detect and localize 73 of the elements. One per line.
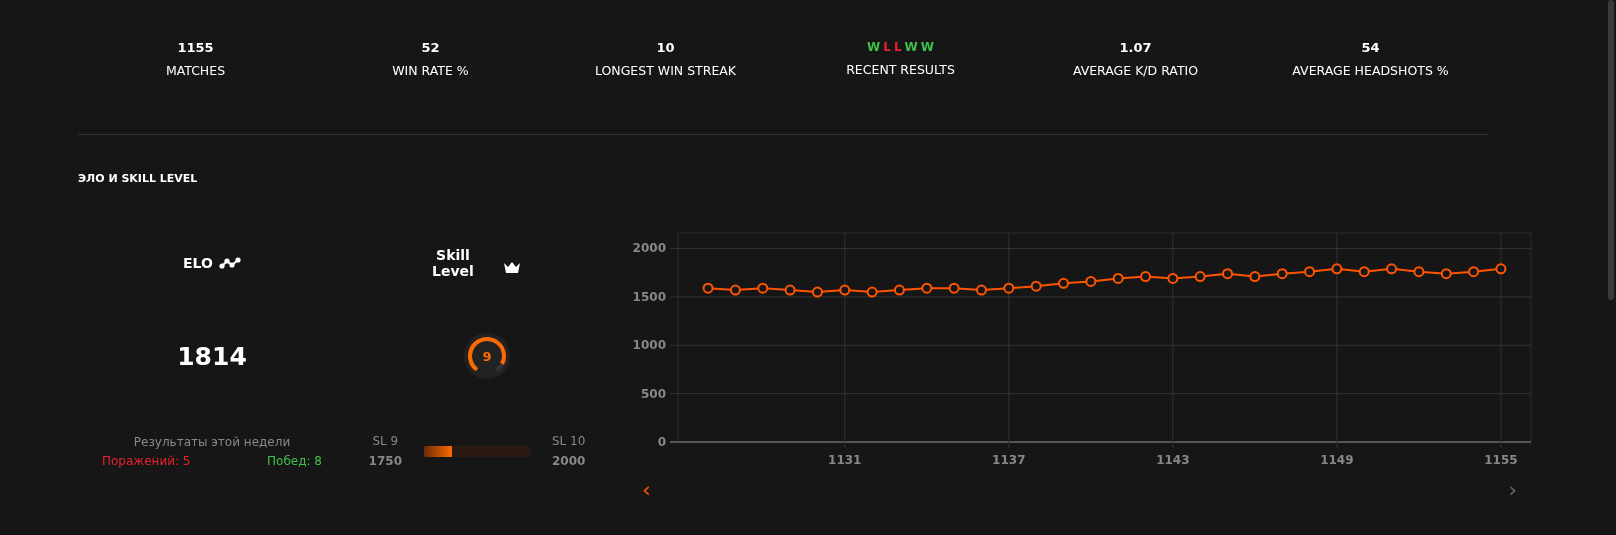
losses-count: Поражений: 5 — [102, 453, 192, 468]
data-point — [1249, 271, 1261, 283]
data-point — [1495, 263, 1507, 275]
data-point — [784, 284, 796, 296]
data-point — [1468, 266, 1480, 278]
result-letter: L — [883, 40, 891, 54]
data-point — [866, 286, 878, 298]
level-to-label: SL 10 — [552, 434, 586, 448]
stat-label: AVERAGE K/D RATIO — [1072, 63, 1199, 78]
data-point — [729, 284, 741, 296]
next-button[interactable]: › — [1508, 479, 1517, 501]
data-point — [975, 284, 987, 296]
data-point — [1030, 280, 1042, 292]
y-tick-label: 1500 — [632, 289, 666, 304]
data-point — [948, 282, 960, 294]
data-point — [811, 286, 823, 298]
stat-label: AVERAGE HEADSHOTS % — [1292, 63, 1449, 78]
result-letter: W — [904, 40, 918, 54]
scrollbar-thumb[interactable] — [1608, 0, 1614, 300]
section-title: ЭЛО И SKILL LEVEL — [78, 172, 199, 185]
data-point — [839, 284, 851, 296]
data-point — [1085, 275, 1097, 287]
stat-value: 1155 — [177, 40, 214, 55]
y-tick-label: 500 — [640, 386, 666, 401]
data-point — [893, 284, 905, 296]
data-point — [1058, 277, 1069, 289]
y-tick-label: 2000 — [632, 241, 666, 256]
y-tick-label: 0 — [657, 435, 666, 449]
line-nodes-icon — [218, 257, 241, 269]
data-point — [1167, 273, 1179, 284]
result-letter: L — [893, 40, 902, 54]
data-point — [1140, 271, 1151, 283]
data-point — [1386, 263, 1398, 275]
data-point — [1440, 268, 1452, 280]
data-point — [1112, 273, 1124, 284]
level-to-value: 2000 — [552, 454, 586, 468]
data-point — [921, 282, 933, 294]
stat-label: LONGEST WIN STREAK — [594, 63, 737, 78]
x-tick-label: 1131 — [828, 453, 862, 465]
previous-button[interactable]: ‹ — [642, 479, 651, 501]
data-point — [1304, 266, 1316, 278]
result-letter: W — [866, 40, 881, 54]
stat-value: 1.07 — [1119, 40, 1152, 55]
stat-label: MATCHES — [165, 63, 226, 78]
stat-label: RECENT RESULTS — [846, 62, 955, 77]
data-point — [1331, 263, 1343, 275]
wins-count: Побед: 8 — [266, 453, 322, 468]
data-point — [1222, 268, 1234, 280]
data-point — [1358, 266, 1370, 278]
week-results-title: Результаты этой недели — [132, 434, 292, 449]
skill-level-number: 9 — [482, 348, 492, 364]
stat-label: WIN RATE % — [392, 63, 469, 78]
y-tick-label: 1000 — [632, 338, 666, 353]
data-point — [702, 282, 714, 294]
x-tick-label: 1155 — [1484, 453, 1518, 465]
x-tick-label: 1137 — [992, 453, 1026, 465]
skill-level-title: Skill Level — [431, 247, 475, 279]
level-from-label: SL 9 — [372, 434, 399, 448]
stat-value: 10 — [656, 40, 675, 55]
level-from-value: 1750 — [368, 454, 402, 468]
data-point — [1276, 268, 1288, 280]
data-point — [1194, 271, 1206, 283]
x-tick-label: 1149 — [1320, 453, 1354, 465]
elo-value: 1814 — [177, 341, 247, 371]
data-point — [1413, 266, 1425, 278]
data-point — [757, 282, 769, 294]
stat-value: 52 — [421, 40, 440, 55]
stat-value: 54 — [1361, 40, 1380, 55]
data-point — [1003, 282, 1015, 294]
elo-title: ELO — [183, 255, 213, 271]
crown-icon — [503, 260, 521, 274]
result-letter: W — [920, 40, 935, 54]
x-tick-label: 1143 — [1156, 453, 1190, 465]
